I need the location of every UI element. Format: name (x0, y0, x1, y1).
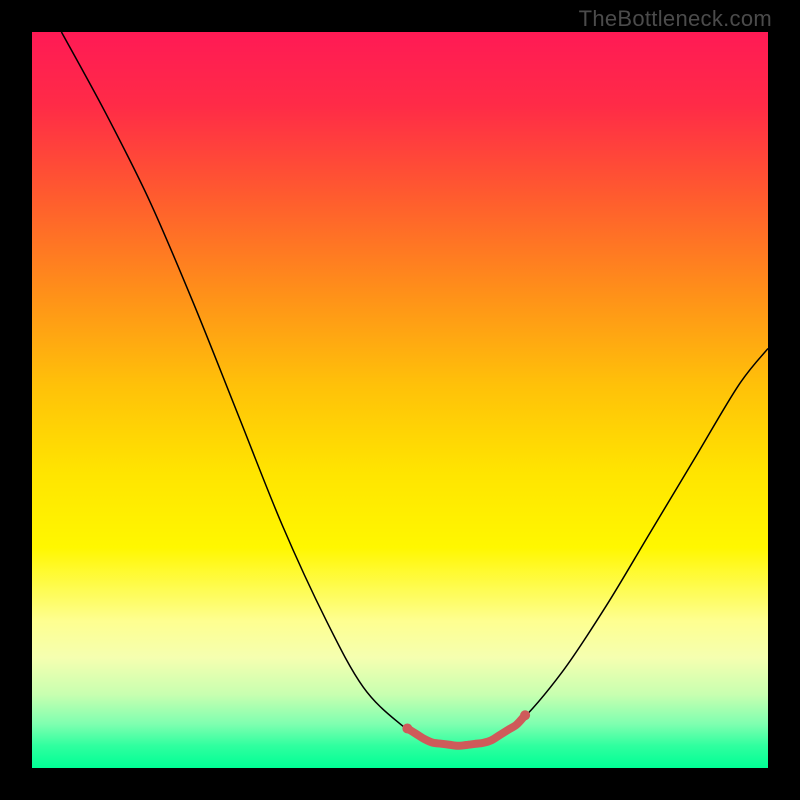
bottleneck-curve (61, 32, 768, 746)
plot-area (32, 32, 768, 768)
optimal-range-highlight (407, 715, 525, 746)
chart-frame: TheBottleneck.com (0, 0, 800, 800)
optimal-range-start-dot (402, 723, 412, 733)
optimal-range-end-dot (520, 710, 530, 720)
watermark-text: TheBottleneck.com (579, 6, 772, 32)
curve-layer (32, 32, 768, 768)
